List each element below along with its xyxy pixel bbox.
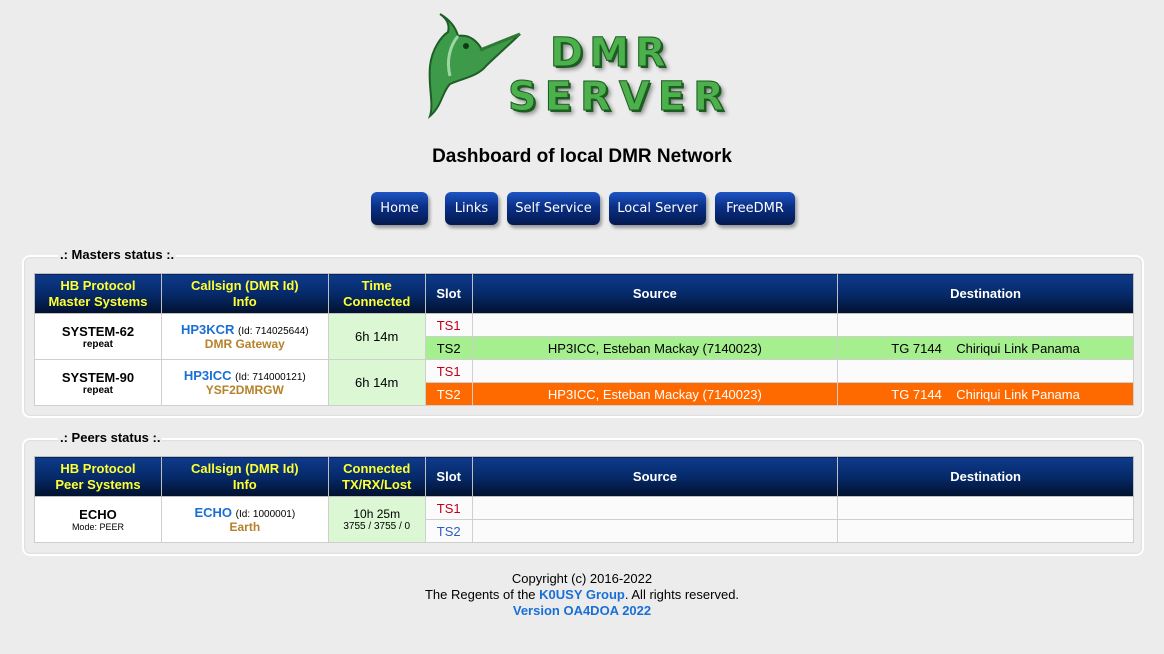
time-connected-cell: 6h 14m	[327, 359, 426, 406]
masters-table: HB Protocol Master Systems Callsign (DMR …	[34, 273, 1134, 406]
system-name-cell: ECHO Mode: PEER	[34, 496, 162, 543]
callsign-link[interactable]: ECHO	[194, 505, 232, 520]
version-link[interactable]: Version OA4DOA 2022	[0, 603, 1164, 619]
masters-header-row: HB Protocol Master Systems Callsign (DMR …	[34, 273, 1134, 314]
callsign-cell: HP3ICC (Id: 714000121) YSF2DMRGW	[160, 359, 329, 406]
connected-stats-cell: 10h 25m 3755 / 3755 / 0	[327, 496, 426, 543]
regents-line: The Regents of the K0USY Group. All righ…	[424, 587, 740, 602]
destination-cell	[837, 313, 1134, 337]
system-name-cell: SYSTEM-62 repeat	[34, 313, 162, 360]
destination-cell: TG 7144 Chiriqui Link Panama	[837, 382, 1134, 406]
peers-status-panel: .: Peers status :. HB Protocol Peer Syste…	[22, 430, 1144, 556]
k0usy-group-link[interactable]: K0USY Group	[539, 587, 625, 602]
destination-cell: TG 7144 Chiriqui Link Panama	[837, 336, 1134, 360]
col-header-source: Source	[471, 456, 839, 497]
source-cell	[471, 496, 839, 520]
callsign-cell: ECHO (Id: 1000001) Earth	[160, 496, 329, 543]
footer: Copyright (c) 2016-2022 The Regents of t…	[0, 571, 1164, 619]
source-cell	[471, 519, 839, 543]
table-row: SYSTEM-90 repeat HP3ICC (Id: 714000121) …	[34, 359, 1134, 406]
col-header-protocol: HB Protocol Peer Systems	[34, 456, 162, 497]
peers-table: HB Protocol Peer Systems Callsign (DMR Id…	[34, 456, 1134, 543]
copyright-text: Copyright (c) 2016-2022	[511, 571, 653, 586]
col-header-source: Source	[471, 273, 839, 314]
slot-ts1: TS1	[424, 496, 473, 520]
source-cell	[471, 359, 839, 383]
table-row: ECHO Mode: PEER ECHO (Id: 1000001) Earth…	[34, 496, 1134, 543]
destination-cell	[837, 496, 1134, 520]
main-nav: Home Links Self Service Local Server Fre…	[0, 192, 1164, 226]
source-cell: HP3ICC, Esteban Mackay (7140023)	[471, 336, 839, 360]
slot-ts1: TS1	[424, 359, 473, 383]
page-title: Dashboard of local DMR Network	[432, 146, 732, 167]
nav-freedmr-button[interactable]: FreeDMR	[715, 192, 795, 225]
slot-ts2: TS2	[424, 382, 473, 406]
table-row: SYSTEM-62 repeat HP3KCR (Id: 714025644) …	[34, 313, 1134, 360]
callsign-link[interactable]: HP3KCR	[181, 322, 234, 337]
col-header-slot: Slot	[424, 456, 473, 497]
slot-ts2: TS2	[424, 519, 473, 543]
col-header-callsign: Callsign (DMR Id) Info	[160, 273, 329, 314]
col-header-destination: Destination	[837, 456, 1134, 497]
system-name-cell: SYSTEM-90 repeat	[34, 359, 162, 406]
callsign-cell: HP3KCR (Id: 714025644) DMR Gateway	[160, 313, 329, 360]
peers-header-row: HB Protocol Peer Systems Callsign (DMR Id…	[34, 456, 1134, 497]
source-cell	[471, 313, 839, 337]
time-connected-cell: 6h 14m	[327, 313, 426, 360]
col-header-destination: Destination	[837, 273, 1134, 314]
slot-ts2: TS2	[424, 336, 473, 360]
nav-home-button[interactable]: Home	[371, 192, 428, 225]
col-header-slot: Slot	[424, 273, 473, 314]
col-header-time: Time Connected	[327, 273, 426, 314]
logo-text-dmr: DMR	[550, 30, 672, 77]
destination-cell	[837, 359, 1134, 383]
dmr-server-logo: DMR SERVER	[420, 6, 750, 122]
nav-self-service-button[interactable]: Self Service	[507, 192, 600, 225]
masters-legend: .: Masters status :.	[58, 247, 177, 262]
peers-legend: .: Peers status :.	[58, 430, 163, 445]
col-header-connected: Connected TX/RX/Lost	[327, 456, 426, 497]
col-header-protocol: HB Protocol Master Systems	[34, 273, 162, 314]
nav-links-button[interactable]: Links	[445, 192, 498, 225]
slot-ts1: TS1	[424, 313, 473, 337]
source-cell: HP3ICC, Esteban Mackay (7140023)	[471, 382, 839, 406]
callsign-link[interactable]: HP3ICC	[184, 368, 232, 383]
col-header-callsign: Callsign (DMR Id) Info	[160, 456, 329, 497]
masters-status-panel: .: Masters status :. HB Protocol Master S…	[22, 247, 1144, 418]
logo-text-server: SERVER	[507, 74, 733, 121]
destination-cell	[837, 519, 1134, 543]
nav-local-server-button[interactable]: Local Server	[609, 192, 706, 225]
